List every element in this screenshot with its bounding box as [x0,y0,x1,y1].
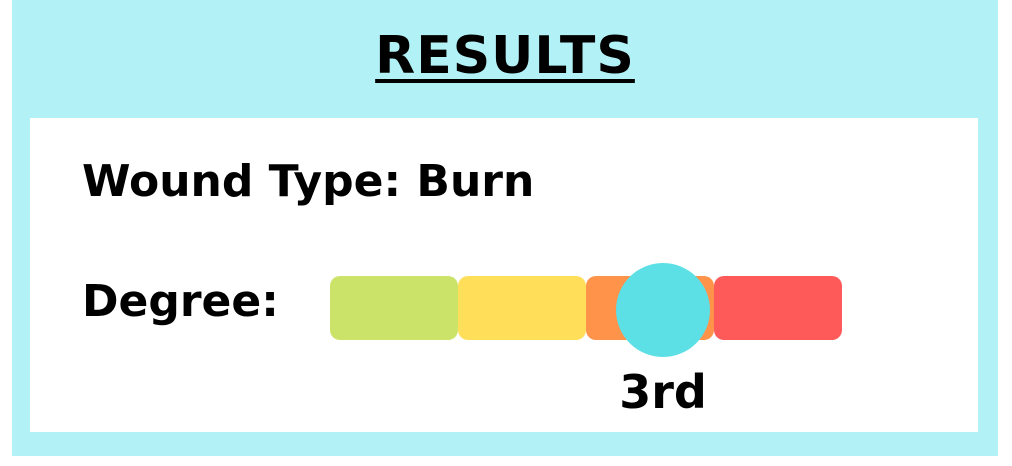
wound-type-value: Burn [416,156,535,207]
severity-segment-2 [458,276,586,340]
degree-indicator-knob [616,263,710,357]
page-title: RESULTS [375,26,635,86]
results-panel: RESULTS Wound Type: Burn Degree: 3rd [12,0,998,456]
degree-label: Degree: [82,276,279,327]
severity-segment-1 [330,276,458,340]
wound-type-row: Wound Type: Burn [82,154,534,210]
severity-segment-4 [714,276,842,340]
wound-type-label: Wound Type: [82,156,402,207]
severity-scale [330,276,842,340]
results-card: Wound Type: Burn Degree: 3rd [30,118,978,432]
degree-value: 3rd [619,365,707,419]
